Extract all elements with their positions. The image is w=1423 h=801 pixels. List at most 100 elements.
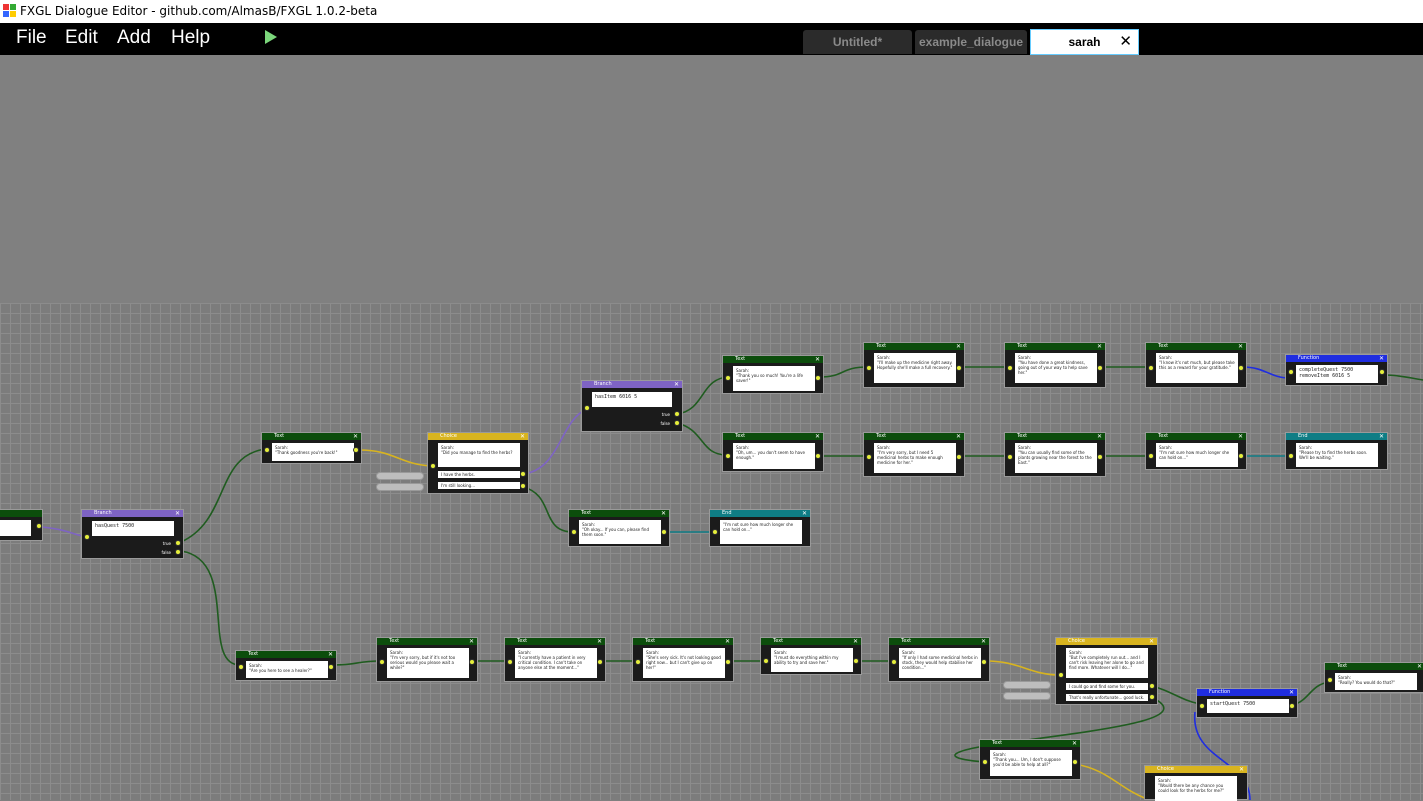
node-branch[interactable]: Branch ✕ hasQuest 7500 true false: [81, 509, 184, 559]
close-icon[interactable]: ✕: [597, 638, 602, 645]
input-port[interactable]: [1288, 369, 1294, 375]
text-field[interactable]: Sarah: "Would there be any chance you co…: [1155, 776, 1237, 801]
node-text[interactable]: Text ✕ Sarah: "If only I had some medicin…: [888, 637, 990, 682]
output-port[interactable]: [36, 523, 42, 529]
tab-sarah[interactable]: sarah ✕: [1030, 29, 1139, 55]
text-field[interactable]: Sarah: "Oh, um... you don't seem to have…: [733, 443, 815, 469]
close-icon[interactable]: ✕: [725, 638, 730, 645]
close-icon[interactable]: ✕: [1239, 766, 1244, 773]
text-field[interactable]: Sarah: "But I've completely run out... a…: [1066, 648, 1148, 678]
function-field[interactable]: completeQuest 7500 removeItem 6016 5: [1296, 365, 1378, 383]
node-text[interactable]: Text ✕ Sarah: "I'm very sorry, but I need…: [863, 432, 965, 477]
text-field[interactable]: Sarah: "You can usually find some of the…: [1015, 443, 1097, 473]
input-port[interactable]: [763, 658, 769, 664]
output-port[interactable]: [725, 659, 731, 665]
output-port[interactable]: [520, 471, 526, 477]
node-text[interactable]: Text ✕ Sarah: "Thank you so much! You're …: [722, 355, 824, 394]
text-field[interactable]: Sarah: "Oh okay... If you can, please fi…: [579, 520, 661, 544]
input-port[interactable]: [1199, 703, 1205, 709]
output-port-true[interactable]: [175, 540, 181, 546]
close-icon[interactable]: ✕: [353, 433, 358, 440]
input-port[interactable]: [507, 659, 513, 665]
output-port[interactable]: [328, 664, 334, 670]
close-icon[interactable]: ✕: [1238, 343, 1243, 350]
input-port[interactable]: [264, 447, 270, 453]
close-icon[interactable]: ✕: [175, 510, 180, 517]
input-port[interactable]: [725, 375, 731, 381]
close-icon[interactable]: ✕: [981, 638, 986, 645]
close-icon[interactable]: ✕: [956, 433, 961, 440]
input-port[interactable]: [430, 463, 436, 469]
text-field[interactable]: Sarah: "I currently have a patient in ve…: [515, 648, 597, 678]
output-port-true[interactable]: [674, 411, 680, 417]
input-port[interactable]: [379, 659, 385, 665]
node-text[interactable]: Text ✕ Sarah: "I must do everything withi…: [760, 637, 862, 675]
node-start[interactable]: [0, 509, 43, 541]
output-port[interactable]: [1097, 454, 1103, 460]
input-port[interactable]: [866, 454, 872, 460]
output-port[interactable]: [956, 454, 962, 460]
close-icon[interactable]: ✕: [1097, 433, 1102, 440]
menu-file[interactable]: File: [16, 25, 47, 51]
choice-option[interactable]: I could go and find some for you.: [1066, 683, 1148, 690]
text-field[interactable]: Sarah: "I must do everything within my a…: [771, 648, 853, 672]
input-port[interactable]: [1148, 453, 1154, 459]
output-port[interactable]: [1097, 365, 1103, 371]
close-icon[interactable]: ✕: [1149, 638, 1154, 645]
text-field[interactable]: Sarah: "If only I had some medicinal her…: [899, 648, 981, 678]
output-port[interactable]: [520, 483, 526, 489]
output-port[interactable]: [353, 447, 359, 453]
output-port[interactable]: [981, 659, 987, 665]
input-port[interactable]: [1288, 453, 1294, 459]
node-function[interactable]: Function ✕ completeQuest 7500 removeItem …: [1285, 354, 1388, 386]
text-field[interactable]: Sarah: "I'm very sorry, but I need 5 med…: [874, 443, 956, 473]
close-icon[interactable]: ✕: [1097, 343, 1102, 350]
text-field[interactable]: Sarah: "Really? You would do that?": [1335, 673, 1417, 690]
option-pill[interactable]: [376, 483, 424, 491]
node-text[interactable]: Text ✕ Sarah: "You can usually find some …: [1004, 432, 1106, 477]
output-port[interactable]: [661, 529, 667, 535]
option-pill[interactable]: [376, 472, 424, 480]
node-end[interactable]: End ✕ Sarah: "Please try to find the herb…: [1285, 432, 1388, 470]
input-port[interactable]: [1327, 677, 1333, 683]
input-port[interactable]: [1148, 365, 1154, 371]
input-port[interactable]: [866, 365, 872, 371]
menu-edit[interactable]: Edit: [65, 25, 98, 51]
close-icon[interactable]: ✕: [1289, 689, 1294, 696]
text-field[interactable]: Sarah: "I'm very sorry, but if it's not …: [387, 648, 469, 678]
choice-option[interactable]: I have the herbs.: [438, 471, 520, 478]
close-icon[interactable]: ✕: [469, 638, 474, 645]
input-port[interactable]: [712, 529, 718, 535]
node-end[interactable]: End ✕ "I'm not sure how much longer she c…: [709, 509, 811, 547]
node-text[interactable]: Text ✕ Sarah: "Are you here to see a heal…: [235, 650, 337, 681]
input-port[interactable]: [1007, 454, 1013, 460]
choice-option[interactable]: I'm still looking...: [438, 482, 520, 489]
close-icon[interactable]: ✕: [661, 510, 666, 517]
node-text[interactable]: Text ✕ Sarah: "She's very sick. It's not …: [632, 637, 734, 682]
input-port[interactable]: [584, 405, 590, 411]
text-field[interactable]: Sarah: "She's very sick. It's not lookin…: [643, 648, 725, 678]
close-icon[interactable]: ✕: [802, 510, 807, 517]
function-field[interactable]: startQuest 7500: [1207, 699, 1289, 713]
node-text[interactable]: Text ✕ Sarah: "I'll make up the medicine …: [863, 342, 965, 388]
input-port[interactable]: [635, 659, 641, 665]
close-icon[interactable]: ✕: [815, 433, 820, 440]
output-port-false[interactable]: [175, 549, 181, 555]
option-pill[interactable]: [1003, 681, 1051, 689]
node-text[interactable]: Text ✕ Sarah: "Thank goodness you're back…: [261, 432, 362, 464]
node-text[interactable]: Text ✕ Sarah: "Really? You would do that?…: [1324, 662, 1423, 693]
close-icon[interactable]: ✕: [853, 638, 858, 645]
output-port[interactable]: [1379, 369, 1385, 375]
output-port[interactable]: [815, 453, 821, 459]
text-field[interactable]: Sarah: "Please try to find the herbs soo…: [1296, 443, 1378, 467]
node-function[interactable]: Function ✕ startQuest 7500: [1196, 688, 1298, 718]
node-text[interactable]: Text ✕ Sarah: "I know it's not much, but …: [1145, 342, 1247, 388]
tab-untitled[interactable]: Untitled*: [803, 30, 912, 54]
output-port[interactable]: [1072, 759, 1078, 765]
node-text[interactable]: Text ✕ Sarah: "I currently have a patient…: [504, 637, 606, 682]
option-pill[interactable]: [1003, 692, 1051, 700]
text-field[interactable]: Sarah: "Thank you... Um, I don't suppose…: [990, 750, 1072, 776]
input-port[interactable]: [982, 759, 988, 765]
output-port[interactable]: [1149, 683, 1155, 689]
text-field[interactable]: "I'm not sure how much longer she can ho…: [720, 520, 802, 544]
